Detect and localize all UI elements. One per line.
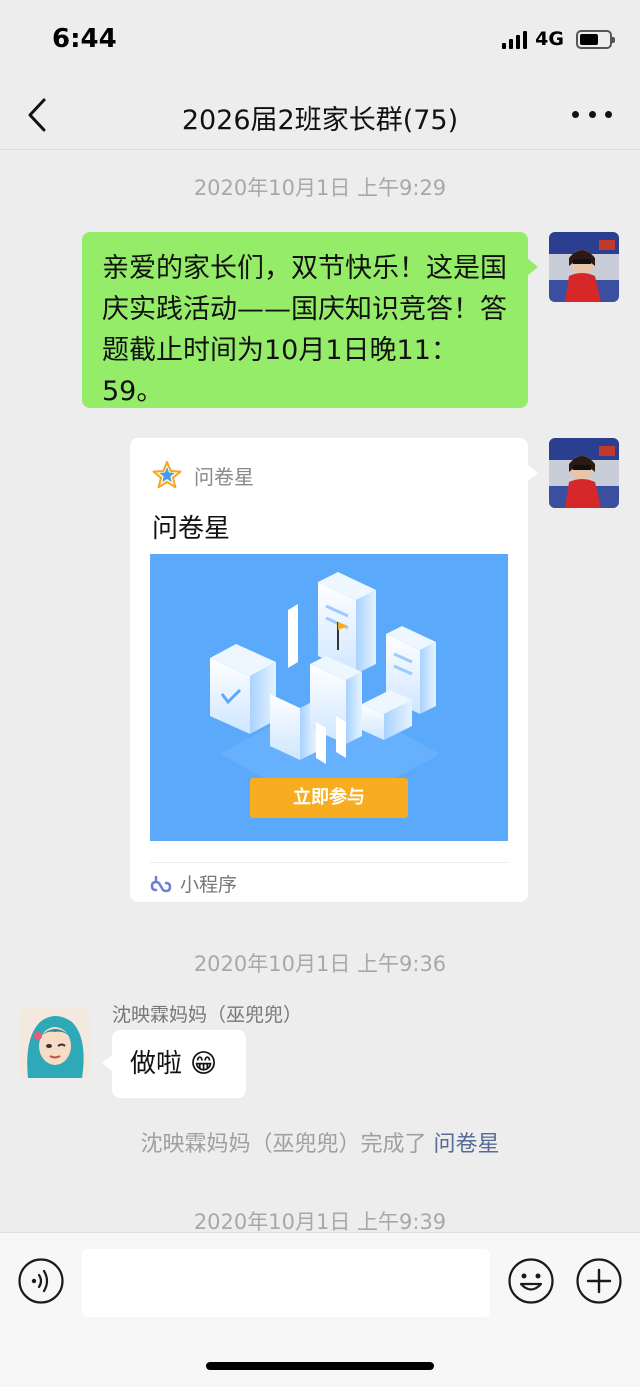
star-icon bbox=[152, 461, 182, 489]
battery-icon bbox=[576, 29, 615, 49]
outgoing-message-bubble[interactable]: 亲爱的家长们，双节快乐！这是国庆实践活动——国庆知识竞答！答题截止时间为10月1… bbox=[82, 232, 538, 408]
plus-icon bbox=[576, 1258, 622, 1304]
mini-program-card[interactable]: 问卷星 问卷星 立即参与 小程序 bbox=[130, 438, 538, 902]
more-actions-button[interactable] bbox=[575, 1257, 623, 1305]
sender-name: 沈映霖妈妈（巫兜兜） bbox=[112, 1004, 303, 1026]
more-button[interactable] bbox=[572, 102, 612, 126]
voice-icon bbox=[18, 1258, 64, 1304]
card-divider bbox=[150, 862, 508, 863]
status-bar: 6:44 4G bbox=[0, 0, 640, 80]
home-indicator[interactable] bbox=[206, 1362, 434, 1370]
card-app-header: 问卷星 bbox=[152, 460, 254, 490]
incoming-message-bubble[interactable]: 做啦 😁 bbox=[102, 1030, 246, 1098]
card-footer: 小程序 bbox=[150, 870, 237, 897]
chat-title: 2026届2班家长群(75) bbox=[181, 105, 459, 136]
mini-program-icon bbox=[150, 875, 172, 892]
card-app-name: 问卷星 bbox=[194, 464, 254, 489]
status-indicators: 4G bbox=[502, 28, 615, 50]
incoming-message-text: 做啦 bbox=[130, 1049, 183, 1079]
card-title: 问卷星 bbox=[152, 514, 231, 544]
signal-icon bbox=[502, 29, 528, 49]
message-input[interactable] bbox=[82, 1249, 490, 1317]
more-dots-icon bbox=[572, 110, 579, 118]
my-avatar[interactable] bbox=[549, 232, 619, 302]
system-notice-link[interactable]: 问卷星 bbox=[434, 1132, 500, 1157]
nav-bar: 2026届2班家长群(75) bbox=[0, 80, 640, 150]
emoji-button[interactable] bbox=[507, 1257, 555, 1305]
card-footer-label: 小程序 bbox=[180, 874, 238, 896]
sender-avatar[interactable] bbox=[20, 1008, 90, 1078]
status-time: 6:44 bbox=[52, 24, 117, 54]
card-cover-image: 立即参与 bbox=[150, 554, 508, 841]
timestamp: 2020年10月1日 上午9:29 bbox=[193, 176, 447, 200]
voice-button[interactable] bbox=[17, 1257, 65, 1305]
grinning-emoji-icon: 😁 bbox=[190, 1049, 218, 1079]
timestamp: 2020年10月1日 上午9:36 bbox=[193, 952, 447, 976]
smiley-icon bbox=[508, 1258, 554, 1304]
my-avatar[interactable] bbox=[549, 438, 619, 508]
system-notice: 沈映霖妈妈（巫兜兜）完成了 问卷星 bbox=[0, 1126, 640, 1158]
system-notice-text: 沈映霖妈妈（巫兜兜）完成了 bbox=[140, 1132, 427, 1157]
network-type: 4G bbox=[535, 28, 564, 50]
join-now-button[interactable]: 立即参与 bbox=[250, 778, 408, 818]
